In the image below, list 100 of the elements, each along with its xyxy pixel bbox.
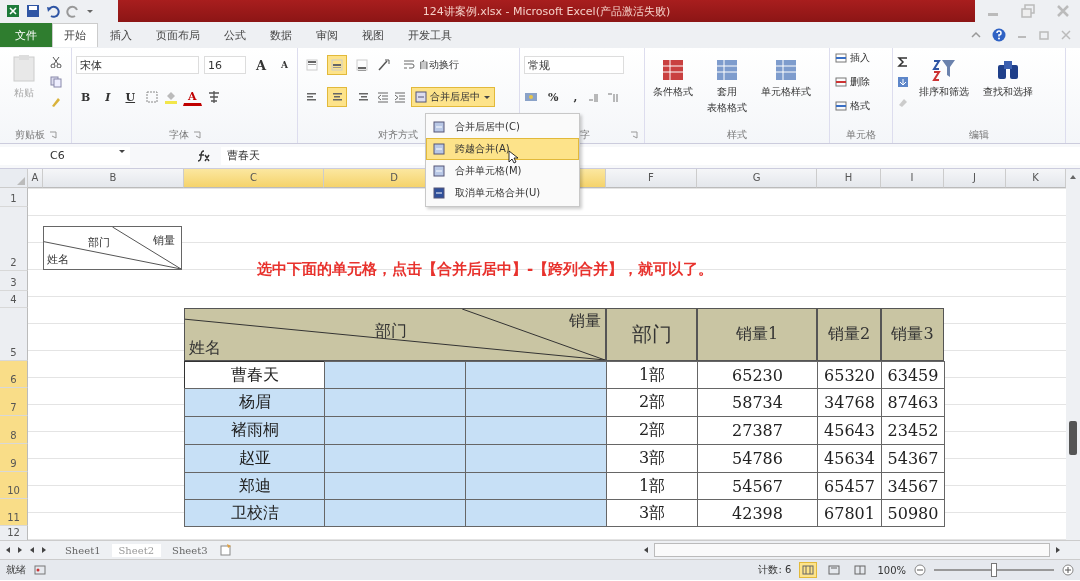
align-icon [356, 91, 368, 103]
cells-button[interactable]: 格式 [834, 98, 888, 114]
column-header[interactable]: G [697, 169, 817, 188]
number-format-field[interactable]: 常规 [524, 56, 624, 74]
scroll-up-icon[interactable] [1069, 173, 1077, 181]
underline-button[interactable]: U [120, 89, 141, 105]
column-header[interactable]: K [1006, 169, 1066, 188]
row-header[interactable]: 4 [0, 291, 28, 308]
merge-icon [433, 187, 445, 199]
ribbon-tab[interactable]: 开始 [52, 23, 98, 47]
row-header[interactable]: 12 [0, 526, 28, 540]
zoom-slider-thumb[interactable] [991, 563, 997, 577]
column-header[interactable]: C [184, 169, 324, 188]
row-header[interactable]: 7 [0, 388, 28, 416]
row-header[interactable]: 2 [0, 207, 28, 271]
file-tab[interactable]: 文件 [0, 23, 52, 47]
ribbon-tab[interactable]: 页面布局 [144, 23, 212, 47]
row-header[interactable]: 11 [0, 499, 28, 526]
decrease-indent-icon[interactable] [377, 91, 389, 103]
grow-font-button[interactable]: A [250, 56, 271, 74]
row-header[interactable]: 9 [0, 444, 28, 472]
column-header[interactable]: H [817, 169, 881, 188]
comma-button[interactable]: , [568, 89, 583, 105]
view-icon [854, 564, 867, 576]
text-angle-icon[interactable] [377, 58, 391, 72]
dialog-launcher-icon[interactable] [48, 131, 57, 139]
font-size-field[interactable]: 16 [204, 56, 246, 74]
help-icon[interactable] [992, 28, 1006, 42]
ribbon-tab[interactable]: 公式 [212, 23, 258, 47]
shrink-font-button[interactable]: A [276, 59, 293, 71]
vertical-align-button[interactable] [327, 55, 347, 75]
column-header[interactable]: F [606, 169, 697, 188]
style-button[interactable]: 条件格式 [649, 54, 697, 102]
scissors-icon[interactable] [50, 56, 62, 68]
cells-button[interactable]: 插入 [834, 50, 888, 66]
row-header[interactable]: 10 [0, 472, 28, 499]
scrollbar-thumb[interactable] [1069, 421, 1077, 455]
dialog-launcher-icon[interactable] [192, 131, 201, 139]
increase-indent-icon[interactable] [394, 91, 406, 103]
scroll-left-icon[interactable] [642, 546, 650, 554]
menu-item[interactable]: 跨越合并(A) [426, 138, 579, 160]
bold-button[interactable]: B [76, 89, 96, 105]
row-header[interactable]: 3 [0, 271, 28, 291]
table-cell: 曹春天 [184, 361, 325, 389]
redo-icon[interactable] [66, 4, 80, 18]
sheet-tab[interactable]: Sheet1 [58, 543, 108, 557]
undo-icon[interactable] [46, 4, 60, 18]
font-name-field[interactable]: 宋体 [76, 56, 199, 74]
row-header[interactable]: 1 [0, 188, 28, 207]
row-header[interactable]: 6 [0, 361, 28, 388]
dialog-launcher-icon[interactable] [630, 131, 638, 139]
editing-button[interactable]: 查找和选择 [979, 54, 1037, 102]
row-header[interactable]: 5 [0, 308, 28, 361]
style-button[interactable]: 套用 表格格式 [703, 54, 751, 117]
editing-button[interactable]: 排序和筛选 [915, 54, 973, 102]
percent-button[interactable]: % [543, 89, 564, 105]
fill-color-icon[interactable] [164, 90, 179, 104]
save-icon[interactable] [26, 4, 40, 18]
brush-icon[interactable] [50, 96, 62, 108]
wrap-text-button[interactable]: 自动换行 [402, 57, 460, 73]
italic-button[interactable]: I [100, 89, 116, 105]
cells-button[interactable]: 删除 [834, 74, 888, 90]
sheet-tab[interactable]: Sheet3 [165, 543, 215, 557]
column-header[interactable]: B [43, 169, 184, 188]
ribbon-tab[interactable]: 开发工具 [396, 23, 464, 47]
group-label: 样式 [727, 128, 747, 142]
ribbon-tab[interactable]: 视图 [350, 23, 396, 47]
sigma-icon[interactable] [897, 56, 909, 68]
scroll-right-icon[interactable] [1054, 546, 1062, 554]
ribbon-tab[interactable]: 插入 [98, 23, 144, 47]
caret-icon [118, 147, 126, 155]
ribbon-tab[interactable]: 审阅 [304, 23, 350, 47]
macro-record-icon[interactable] [34, 564, 46, 576]
customize-caret-icon[interactable] [86, 7, 94, 15]
zoom-in-icon[interactable] [1062, 564, 1074, 576]
horizontal-align-button[interactable] [327, 87, 347, 107]
view-button[interactable] [799, 562, 818, 578]
column-header[interactable]: A [28, 169, 43, 188]
table-cell: 卫校洁 [184, 499, 325, 527]
zoom-out-icon[interactable] [914, 564, 926, 576]
ribbon-tab[interactable]: 数据 [258, 23, 304, 47]
fx-icon[interactable] [195, 149, 211, 163]
scrollbar-thumb[interactable] [654, 543, 1050, 557]
merge-center-button[interactable]: 合并后居中 [411, 87, 495, 107]
font-color-button[interactable]: A [183, 88, 202, 106]
decrease-decimal-icon[interactable] [606, 90, 621, 104]
column-header[interactable]: I [881, 169, 944, 188]
fill-down-icon[interactable] [897, 76, 909, 88]
new-sheet-icon[interactable] [218, 543, 233, 557]
align-icon [356, 59, 368, 71]
table-cell: 褚雨桐 [184, 416, 325, 445]
currency-icon[interactable] [524, 90, 538, 104]
copy-icon[interactable] [50, 76, 62, 88]
style-button[interactable]: 单元格样式 [757, 54, 815, 102]
border-icon[interactable] [145, 90, 160, 104]
table-icon [660, 57, 686, 83]
row-header[interactable]: 8 [0, 416, 28, 444]
name-box[interactable]: C6 [0, 147, 130, 165]
column-header[interactable]: J [944, 169, 1006, 188]
menu-item[interactable]: 合并后居中(C) [426, 116, 579, 138]
